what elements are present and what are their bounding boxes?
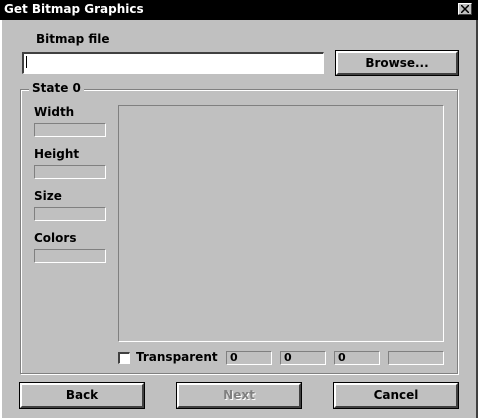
close-icon [461,5,469,13]
colors-label: Colors [34,231,77,245]
colors-field [34,249,106,263]
bitmap-file-input[interactable] [22,52,324,74]
bitmap-preview [118,105,444,342]
transparent-value-3: 0 [334,351,380,365]
cancel-button[interactable]: Cancel [333,382,459,409]
window-frame-left [0,20,2,418]
bitmap-file-label: Bitmap file [36,32,110,46]
transparent-value-1: 0 [226,351,272,365]
size-label: Size [34,189,62,203]
close-button[interactable] [458,3,472,15]
transparent-value-2: 0 [280,351,326,365]
height-field [34,165,106,179]
size-field [34,207,106,221]
state-legend: State 0 [29,81,84,95]
text-caret [26,56,27,68]
width-label: Width [34,105,75,119]
back-button[interactable]: Back [19,382,145,409]
width-field [34,123,106,137]
transparent-color-swatch [388,351,444,365]
transparent-checkbox[interactable] [118,352,130,364]
height-label: Height [34,147,80,161]
transparent-label: Transparent [136,350,218,364]
next-button[interactable]: Next [176,382,302,409]
title-bar: Get Bitmap Graphics [0,0,478,20]
browse-button[interactable]: Browse... [335,50,459,76]
window-title: Get Bitmap Graphics [4,2,144,16]
